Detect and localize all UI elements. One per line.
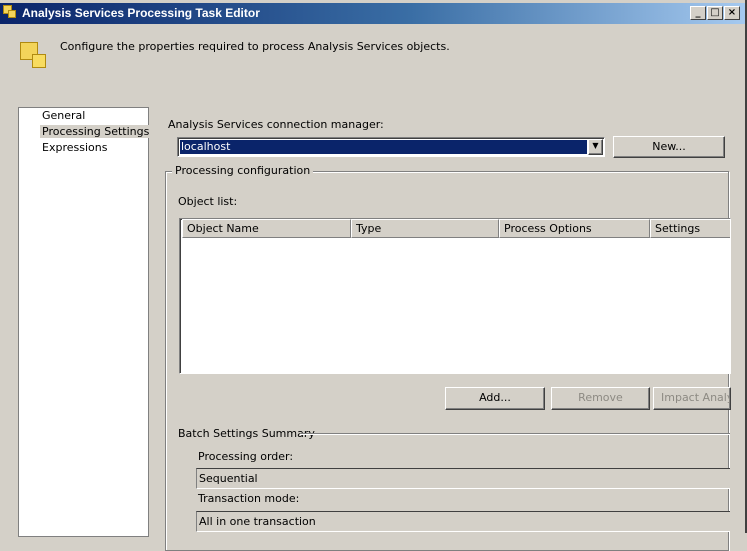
processing-order-field: Sequential xyxy=(196,468,730,489)
connection-value: localhost xyxy=(180,140,587,154)
processing-group-label: Processing configuration xyxy=(172,164,314,177)
transaction-mode-field: All in one transaction xyxy=(196,511,730,532)
connection-combobox[interactable]: localhost ▼ xyxy=(177,137,605,157)
processing-order-label: Processing order: xyxy=(198,450,294,463)
batch-settings-label: Batch Settings Summary xyxy=(178,427,315,440)
description: Configure the properties required to pro… xyxy=(60,40,450,53)
nav-item-general[interactable]: General xyxy=(40,109,87,122)
add-button[interactable]: Add... xyxy=(445,387,545,410)
remove-button: Remove xyxy=(551,387,650,410)
batch-divider xyxy=(300,433,730,435)
window-title: Analysis Services Processing Task Editor xyxy=(22,6,260,20)
minimize-button[interactable]: _ xyxy=(690,6,706,20)
column-process-options[interactable]: Process Options xyxy=(499,219,650,238)
column-settings[interactable]: Settings xyxy=(650,219,730,238)
app-icon xyxy=(3,5,17,19)
object-list[interactable]: Object Name Type Process Options Setting… xyxy=(179,218,731,374)
dropdown-arrow-icon[interactable]: ▼ xyxy=(588,139,603,155)
new-connection-button[interactable]: New... xyxy=(613,136,725,158)
nav-item-processing-settings[interactable]: Processing Settings xyxy=(40,125,152,138)
cubes-icon xyxy=(18,40,48,70)
transaction-mode-label: Transaction mode: xyxy=(198,492,300,505)
column-type[interactable]: Type xyxy=(351,219,499,238)
object-list-label: Object list: xyxy=(178,195,238,208)
nav-item-expressions[interactable]: Expressions xyxy=(40,141,109,154)
column-object-name[interactable]: Object Name xyxy=(182,219,351,238)
impact-analysis-button: Impact Analys xyxy=(653,387,731,410)
title-bar: Analysis Services Processing Task Editor… xyxy=(0,0,747,24)
maximize-button[interactable]: □ xyxy=(707,6,723,20)
connection-label: Analysis Services connection manager: xyxy=(168,118,384,131)
nav-panel xyxy=(18,107,149,537)
close-button[interactable]: × xyxy=(724,6,740,20)
